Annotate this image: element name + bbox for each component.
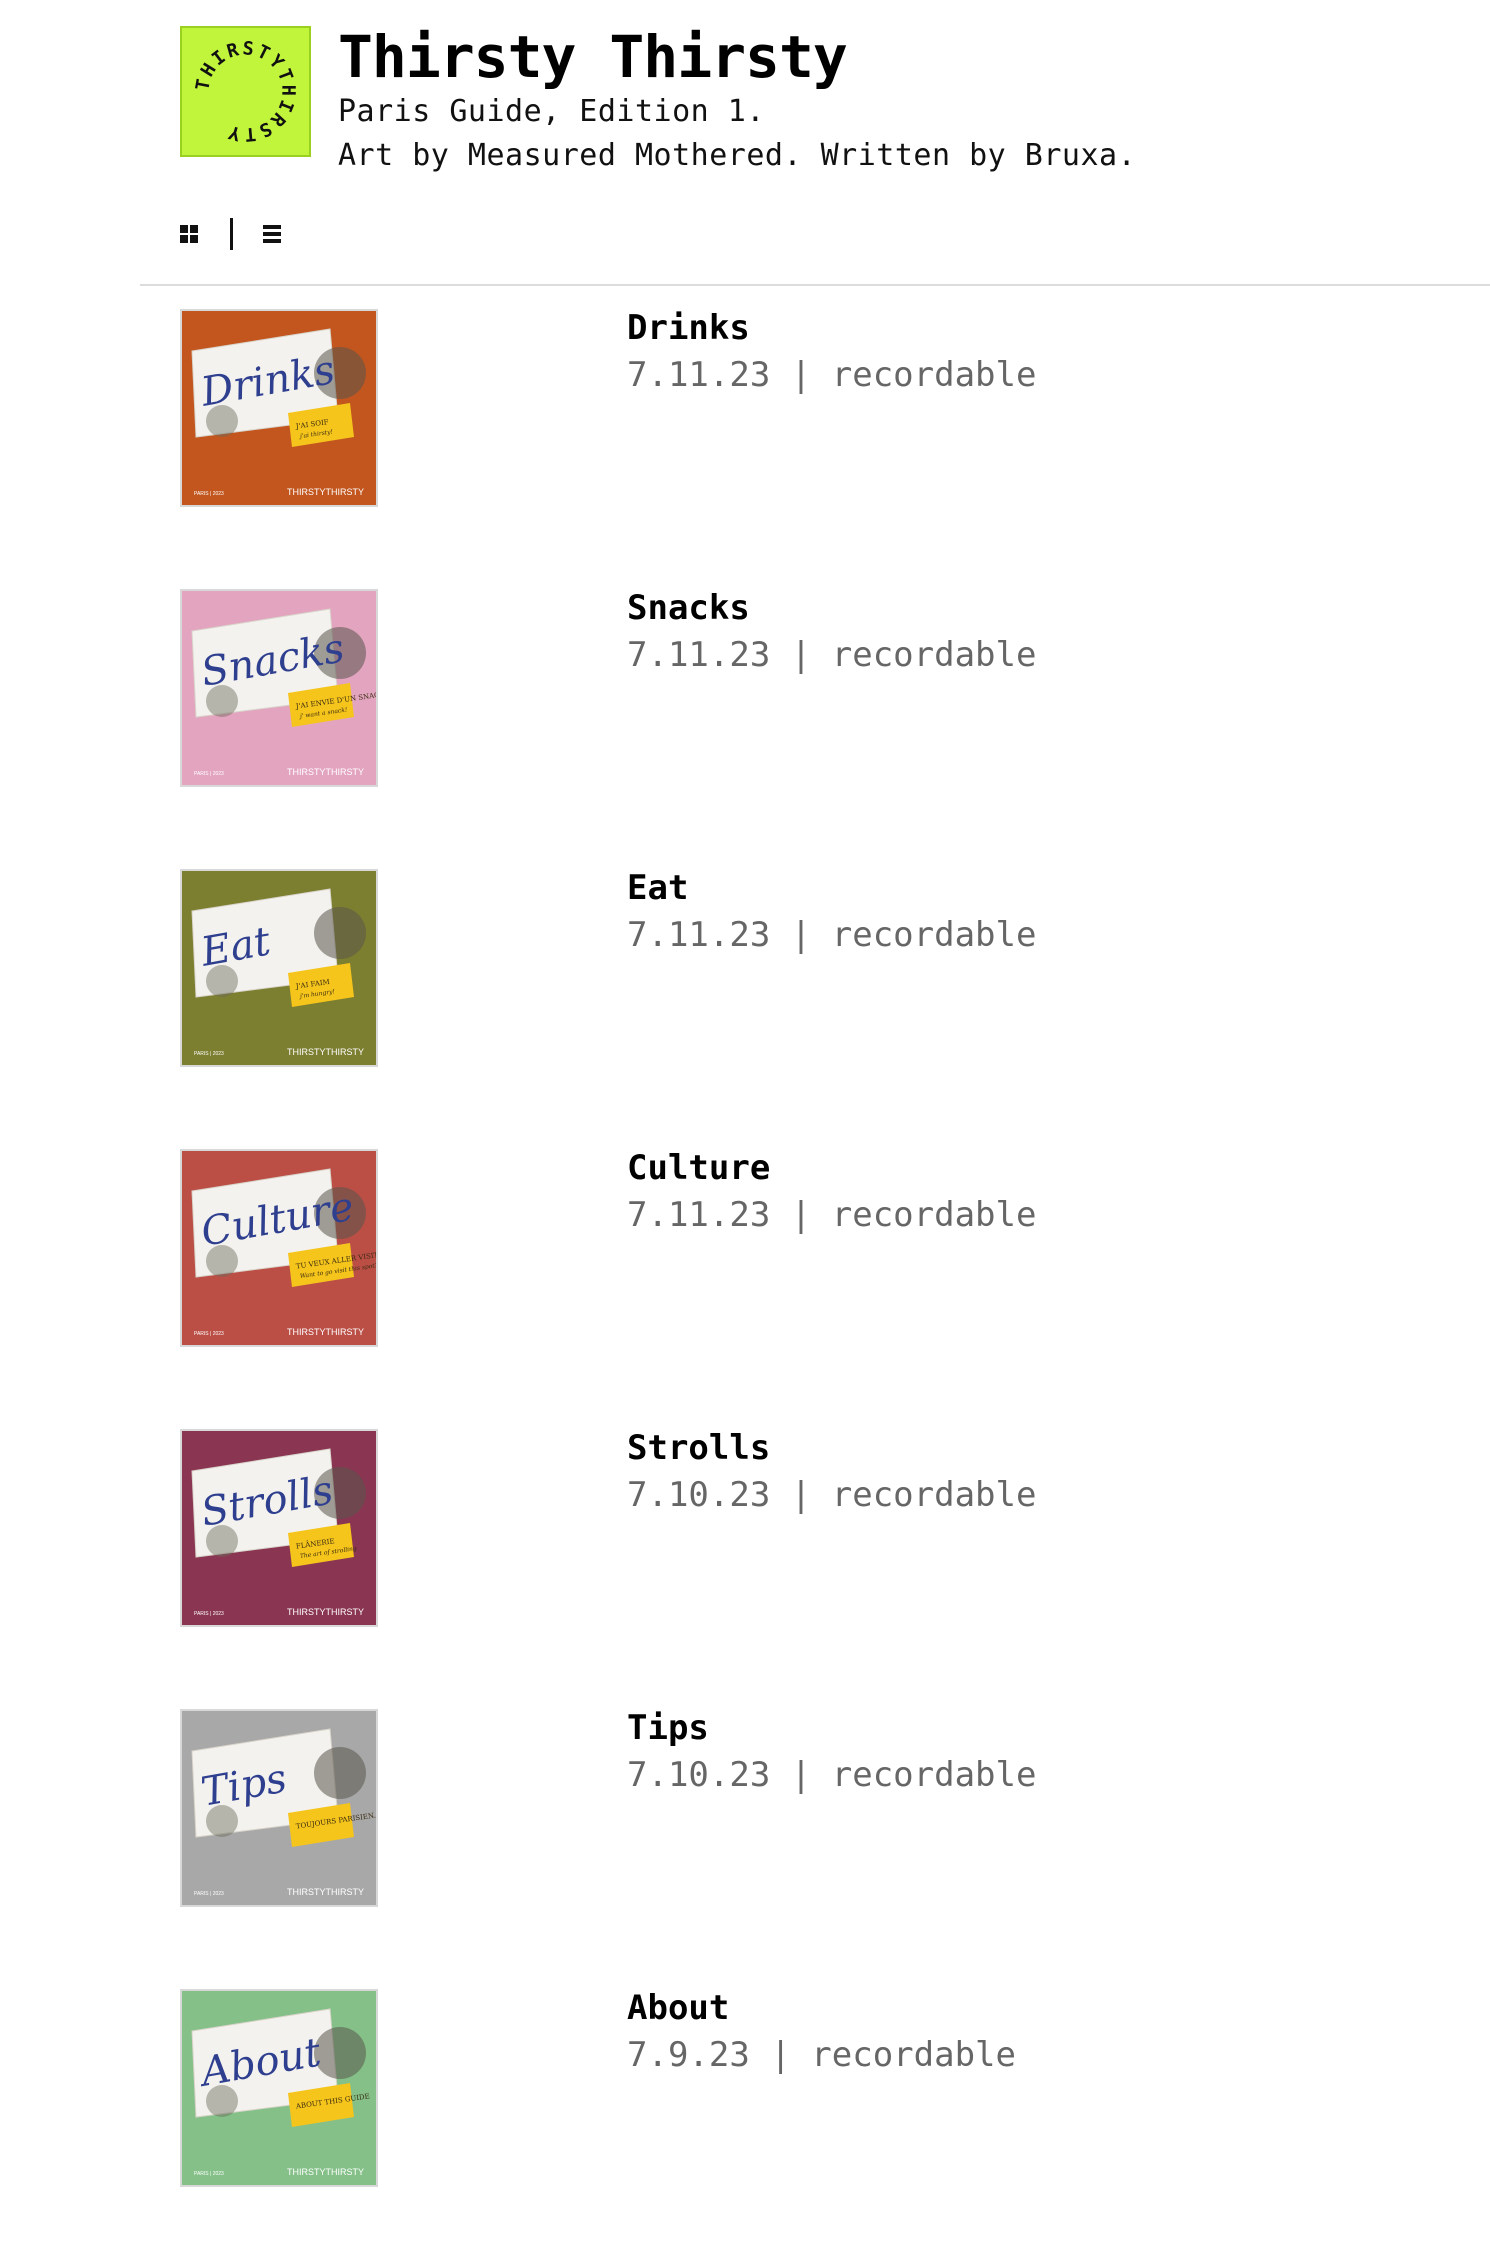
site-title: Thirsty Thirsty xyxy=(338,23,848,91)
episode-date: 7.10.23 xyxy=(627,1755,771,1795)
list-item[interactable]: About ABOUT THIS GUIDE PARIS | 2023 THIRSTY… xyxy=(180,1989,1480,2189)
list-item[interactable]: Strolls FLÂNERIE The art of strolling PARIS… xyxy=(180,1429,1480,1629)
meta-separator: | xyxy=(790,1475,812,1515)
cover-footer-left: PARIS | 2023 xyxy=(194,1891,224,1897)
thirsty-thirsty-logo[interactable]: THIRSTYTHIRSTY xyxy=(180,26,311,157)
episode-cover-image[interactable]: Strolls FLÂNERIE The art of strolling PARIS… xyxy=(180,1429,378,1627)
site-header: THIRSTYTHIRSTY Thirsty Thirsty Paris Gui… xyxy=(180,24,1136,178)
episode-meta: 7.11.23 | recordable xyxy=(627,1195,1036,1235)
cover-footer-left: PARIS | 2023 xyxy=(194,1611,224,1617)
list-item[interactable]: Snacks J'AI ENVIE D'UN SNACK j' want a sna… xyxy=(180,589,1480,789)
meta-separator: | xyxy=(770,2035,791,2075)
cover-footer-left: PARIS | 2023 xyxy=(194,491,224,497)
guide-edition: Paris Guide, Edition 1. xyxy=(338,94,765,129)
episode-title[interactable]: Culture xyxy=(627,1149,770,1187)
cover-footer-left: PARIS | 2023 xyxy=(194,1051,224,1057)
episode-tag[interactable]: recordable xyxy=(832,915,1037,955)
cover-footer-right: THIRSTYTHIRSTY xyxy=(287,767,364,777)
cover-footer-right: THIRSTYTHIRSTY xyxy=(287,1327,364,1337)
episode-date: 7.10.23 xyxy=(627,1475,771,1515)
cover-footer-right: THIRSTYTHIRSTY xyxy=(287,1607,364,1617)
view-toggle xyxy=(180,218,281,250)
meta-separator: | xyxy=(790,635,812,675)
meta-separator: | xyxy=(790,1755,812,1795)
credits: Art by Measured Mothered. Written by Bru… xyxy=(338,138,1137,173)
meta-separator: | xyxy=(790,1195,812,1235)
cover-footer-right: THIRSTYTHIRSTY xyxy=(287,2167,364,2177)
cover-footer-right: THIRSTYTHIRSTY xyxy=(287,487,364,497)
episode-meta: 7.11.23 | recordable xyxy=(627,635,1036,675)
header-text-block: Thirsty Thirsty Paris Guide, Edition 1. … xyxy=(338,24,1136,178)
cover-footer-left: PARIS | 2023 xyxy=(194,1331,224,1337)
logo-ring-text: THIRSTYTHIRSTY xyxy=(192,38,296,144)
episode-cover-image[interactable]: Snacks J'AI ENVIE D'UN SNACK j' want a sna… xyxy=(180,589,378,787)
list-item[interactable]: CultureTU VEUX ALLER VISITER UN SPOT?Wan… xyxy=(180,1149,1480,1349)
view-toggle-separator xyxy=(230,218,233,250)
episode-meta: 7.10.23 | recordable xyxy=(627,1475,1036,1515)
grid-view-icon[interactable] xyxy=(180,225,198,243)
episode-title[interactable]: Snacks xyxy=(627,589,750,627)
episode-tag[interactable]: recordable xyxy=(832,355,1037,395)
episode-tag[interactable]: recordable xyxy=(832,1475,1037,1515)
list-item[interactable]: Drinks J'AI SOIF j'ai thirsty! PARIS | 2023… xyxy=(180,309,1480,509)
episode-meta: 7.11.23 | recordable xyxy=(627,915,1036,955)
meta-separator: | xyxy=(790,915,812,955)
episode-tag[interactable]: recordable xyxy=(811,2035,1016,2075)
episode-title[interactable]: Tips xyxy=(627,1709,709,1747)
episode-cover-image[interactable]: About ABOUT THIS GUIDE PARIS | 2023 THIRSTY… xyxy=(180,1989,378,2187)
circular-text-logo-icon: THIRSTYTHIRSTY xyxy=(192,38,298,144)
episode-date: 7.11.23 xyxy=(627,635,771,675)
header-divider xyxy=(140,284,1490,286)
list-item[interactable]: Tips TOUJOURS PARISIEN.OO PARIS | 2023 THIR… xyxy=(180,1709,1480,1909)
episode-date: 7.11.23 xyxy=(627,1195,771,1235)
episode-meta: 7.10.23 | recordable xyxy=(627,1755,1036,1795)
episode-tag[interactable]: recordable xyxy=(832,635,1037,675)
cover-footer-left: PARIS | 2023 xyxy=(194,2171,224,2177)
svg-text:THIRSTYTHIRSTY: THIRSTYTHIRSTY xyxy=(192,38,298,144)
meta-separator: | xyxy=(790,355,812,395)
episode-cover-image[interactable]: Drinks J'AI SOIF j'ai thirsty! PARIS | 2023… xyxy=(180,309,378,507)
episode-meta: 7.9.23 | recordable xyxy=(627,2035,1016,2075)
cover-footer-left: PARIS | 2023 xyxy=(194,771,224,777)
episode-meta: 7.11.23 | recordable xyxy=(627,355,1036,395)
episode-date: 7.11.23 xyxy=(627,915,771,955)
episode-title[interactable]: About xyxy=(627,1989,729,2027)
episode-tag[interactable]: recordable xyxy=(832,1755,1037,1795)
episode-cover-image[interactable]: CultureTU VEUX ALLER VISITER UN SPOT?Wan… xyxy=(180,1149,378,1347)
episode-tag[interactable]: recordable xyxy=(832,1195,1037,1235)
episode-date: 7.11.23 xyxy=(627,355,771,395)
episode-title[interactable]: Drinks xyxy=(627,309,750,347)
list-view-icon[interactable] xyxy=(263,225,281,243)
episode-cover-image[interactable]: Tips TOUJOURS PARISIEN.OO PARIS | 2023 THIR… xyxy=(180,1709,378,1907)
episode-title[interactable]: Strolls xyxy=(627,1429,770,1467)
episode-title[interactable]: Eat xyxy=(627,869,688,907)
cover-footer-right: THIRSTYTHIRSTY xyxy=(287,1047,364,1057)
cover-footer-right: THIRSTYTHIRSTY xyxy=(287,1887,364,1897)
episode-cover-image[interactable]: Eat J'AI FAIM j'm hungry! PARIS | 2023 THIRS… xyxy=(180,869,378,1067)
list-item[interactable]: Eat J'AI FAIM j'm hungry! PARIS | 2023 THIRS… xyxy=(180,869,1480,1069)
episode-date: 7.9.23 xyxy=(627,2035,750,2075)
